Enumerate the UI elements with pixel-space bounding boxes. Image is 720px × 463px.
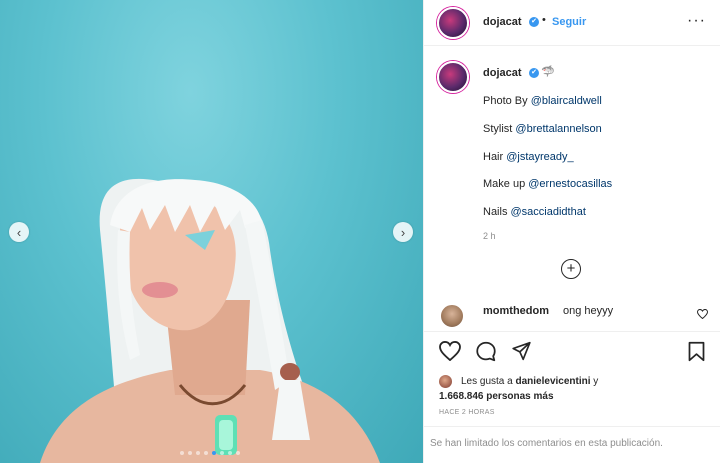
caption-line: Hair @jstayready_ [483,151,574,163]
likes-count[interactable]: 1.668.846 personas más [439,391,554,402]
comments-limited-notice: Se han limitado los comentarios en esta … [424,426,720,463]
mention-link[interactable]: @brettalannelson [515,123,601,135]
separator-dot: • [542,14,546,26]
carousel-prev-button[interactable]: ‹ [9,222,29,242]
verified-badge-icon: ✔ [529,68,539,78]
caption-line-prefix: Make up [483,178,529,190]
caption-username[interactable]: dojacat [483,67,522,79]
bookmark-icon[interactable] [687,341,706,362]
caption-line-prefix: Nails [483,206,511,218]
likes-summary: Les gusta a danielevicentini y [461,376,598,387]
commenter-username[interactable]: momthedom [483,305,549,317]
mention-link[interactable]: @ernestocasillas [528,178,612,190]
post-photo[interactable]: ‹ › [0,0,423,463]
commenter-avatar[interactable] [439,303,465,329]
share-icon[interactable] [511,341,532,361]
shark-emoji: 🦈 [541,66,555,78]
caption-timestamp[interactable]: 2 h [483,231,496,241]
caption-line-prefix: Hair [483,151,507,163]
follow-button[interactable]: Seguir [552,16,586,28]
liker-username[interactable]: danielevicentini [515,376,590,387]
caption-line: Make up @ernestocasillas [483,178,612,190]
carousel-dot [204,451,208,455]
caption-line-prefix: Stylist [483,123,516,135]
add-circle-icon[interactable]: + [561,259,581,279]
caption-line-prefix: Photo By [483,95,531,107]
carousel-dot [220,451,224,455]
caption-line: Nails @sacciadidthat [483,206,586,218]
caption-line: Photo By @blaircaldwell [483,95,602,107]
carousel-dot [188,451,192,455]
carousel-next-button[interactable]: › [393,222,413,242]
post-details-panel: dojacat ✔ • Seguir ··· dojacat ✔ 🦈 Photo… [423,0,720,463]
author-avatar[interactable] [437,7,469,39]
carousel-dot [180,451,184,455]
mention-link[interactable]: @blaircaldwell [531,95,602,107]
mention-link[interactable]: @jstayready_ [506,151,573,163]
comment-heart-icon[interactable] [697,309,708,319]
actions-divider [424,331,720,332]
post-header: dojacat ✔ • Seguir ··· [424,0,720,46]
post-timestamp[interactable]: HACE 2 HORAS [439,409,495,416]
carousel-dot [236,451,240,455]
comment-icon[interactable] [475,341,497,362]
heart-icon[interactable] [439,341,461,361]
chevron-right-icon: › [400,224,406,240]
carousel-dot [228,451,232,455]
carousel-dot [196,451,200,455]
caption-line: Stylist @brettalannelson [483,123,602,135]
chevron-left-icon: ‹ [16,224,22,240]
more-options-icon[interactable]: ··· [687,12,706,30]
caption-avatar[interactable] [437,61,469,93]
portrait-image [40,178,380,463]
author-username[interactable]: dojacat [483,16,522,28]
liker-avatar[interactable] [439,375,452,388]
comment-text: ong heyyy [563,305,614,317]
likes-suffix: y [590,376,599,387]
mention-link[interactable]: @sacciadidthat [511,206,586,218]
verified-badge-icon: ✔ [529,17,539,27]
carousel-dot [212,451,216,455]
likes-prefix: Les gusta a [461,376,516,387]
carousel-dots [180,451,240,455]
